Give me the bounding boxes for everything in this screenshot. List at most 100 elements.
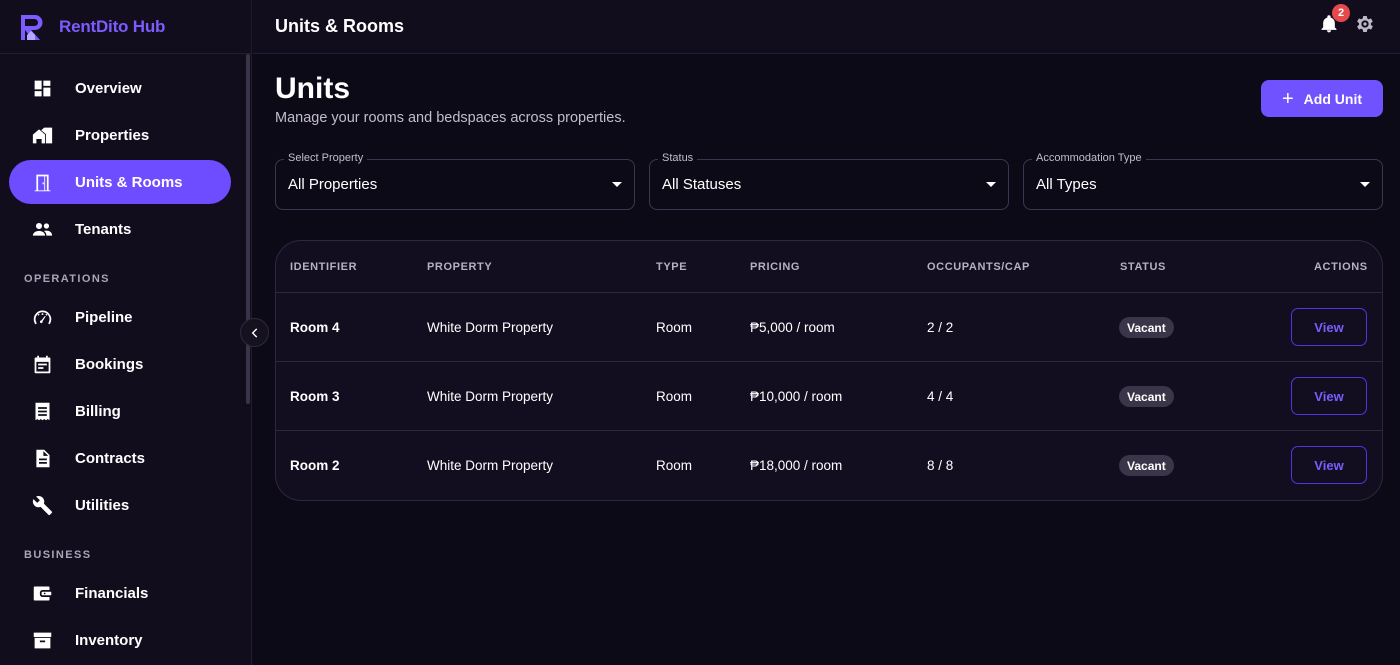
cell-type: Room — [656, 389, 693, 404]
main-content: Units Manage your rooms and bedspaces ac… — [253, 54, 1400, 665]
wrench-icon — [31, 494, 53, 516]
caret-down-icon — [986, 182, 996, 187]
view-button[interactable]: View — [1291, 377, 1367, 415]
column-header-status[interactable]: STATUS — [1120, 261, 1166, 273]
cell-pricing: ₱18,000 / room — [750, 458, 843, 473]
inventory-icon — [31, 629, 53, 651]
property-select-value: All Properties — [288, 176, 378, 193]
sidebar-item-tenants[interactable]: Tenants — [9, 207, 231, 251]
accommodation-type-select-label: Accommodation Type — [1032, 152, 1146, 164]
cell-occupancy: 4 / 4 — [927, 389, 954, 404]
sidebar-item-overview[interactable]: Overview — [9, 66, 231, 110]
collapse-sidebar-button[interactable] — [240, 318, 269, 347]
add-unit-button[interactable]: + Add Unit — [1261, 80, 1383, 117]
page-subtitle: Manage your rooms and bedspaces across p… — [275, 110, 626, 126]
column-header-type[interactable]: TYPE — [656, 261, 687, 273]
cell-property: White Dorm Property — [427, 320, 554, 335]
accommodation-type-select-value: All Types — [1036, 176, 1097, 193]
sidebar-item-properties[interactable]: Properties — [9, 113, 231, 157]
table-row[interactable]: Room 3 White Dorm Property Room ₱10,000 … — [276, 362, 1382, 431]
status-select[interactable]: Status All Statuses — [649, 152, 1009, 210]
status-badge: Vacant — [1119, 317, 1174, 338]
notification-count-badge: 2 — [1332, 4, 1350, 22]
properties-icon — [31, 124, 53, 146]
sidebar-item-label: Financials — [75, 584, 149, 602]
sidebar-item-label: Bookings — [75, 355, 144, 373]
sidebar-item-financials[interactable]: Financials — [9, 571, 231, 615]
property-select[interactable]: Select Property All Properties — [275, 152, 635, 210]
sidebar-item-contracts[interactable]: Contracts — [9, 436, 231, 480]
sidebar-item-label: Properties — [75, 126, 150, 144]
cell-property: White Dorm Property — [427, 389, 554, 404]
chevron-left-icon — [251, 327, 257, 338]
table-row[interactable]: Room 2 White Dorm Property Room ₱18,000 … — [276, 431, 1382, 500]
column-header-property[interactable]: PROPERTY — [427, 261, 492, 273]
section-title-business: BUSINESS — [24, 549, 92, 561]
sidebar-item-label: Utilities — [75, 496, 130, 514]
cell-occupancy: 2 / 2 — [927, 320, 954, 335]
sidebar-item-bookings[interactable]: Bookings — [9, 342, 231, 386]
sidebar-scrollbar[interactable] — [246, 54, 250, 404]
cell-type: Room — [656, 458, 693, 473]
receipt-icon — [31, 400, 53, 422]
cell-identifier: Room 2 — [290, 458, 340, 473]
notifications-button[interactable]: 2 — [1319, 4, 1350, 36]
gauge-icon — [31, 306, 53, 328]
sidebar: RentDito Hub Overview Properties Units &… — [0, 0, 252, 665]
rentdito-logo-icon — [21, 14, 43, 40]
door-icon — [31, 171, 53, 193]
sidebar-item-label: Inventory — [75, 631, 143, 649]
units-table: IDENTIFIER PROPERTY TYPE PRICING OCCUPAN… — [275, 240, 1383, 501]
property-select-label: Select Property — [284, 152, 368, 164]
gear-icon — [1357, 16, 1373, 32]
wallet-icon — [31, 582, 53, 604]
table-header-row: IDENTIFIER PROPERTY TYPE PRICING OCCUPAN… — [276, 241, 1382, 293]
column-header-pricing[interactable]: PRICING — [750, 261, 800, 273]
cell-occupancy: 8 / 8 — [927, 458, 954, 473]
document-icon — [31, 447, 53, 469]
status-select-label: Status — [658, 152, 698, 164]
caret-down-icon — [612, 182, 622, 187]
sidebar-item-pipeline[interactable]: Pipeline — [9, 295, 231, 339]
sidebar-item-label: Pipeline — [75, 308, 133, 326]
cell-identifier: Room 4 — [290, 320, 340, 335]
sidebar-item-units-rooms[interactable]: Units & Rooms — [9, 160, 231, 204]
view-button[interactable]: View — [1291, 308, 1367, 346]
column-header-occupants[interactable]: OCCUPANTS/CAP — [927, 261, 1030, 273]
status-select-value: All Statuses — [662, 176, 742, 193]
cell-pricing: ₱5,000 / room — [750, 320, 835, 335]
sidebar-item-label: Billing — [75, 402, 121, 420]
sidebar-item-label: Tenants — [75, 220, 132, 238]
plus-icon: + — [1281, 87, 1294, 110]
section-title-operations: OPERATIONS — [24, 273, 110, 285]
accommodation-type-select[interactable]: Accommodation Type All Types — [1023, 152, 1383, 210]
sidebar-item-utilities[interactable]: Utilities — [9, 483, 231, 527]
calendar-icon — [31, 353, 53, 375]
sidebar-item-label: Units & Rooms — [75, 173, 183, 191]
settings-button[interactable] — [1354, 13, 1376, 35]
status-badge: Vacant — [1119, 386, 1174, 407]
sidebar-item-label: Overview — [75, 79, 142, 97]
view-button[interactable]: View — [1291, 446, 1367, 484]
table-row[interactable]: Room 4 White Dorm Property Room ₱5,000 /… — [276, 293, 1382, 362]
app-name: RentDito Hub — [59, 16, 166, 36]
dashboard-icon — [31, 77, 53, 99]
column-header-identifier[interactable]: IDENTIFIER — [290, 261, 357, 273]
people-icon — [31, 218, 53, 240]
cell-type: Room — [656, 320, 693, 335]
sidebar-item-label: Contracts — [75, 449, 146, 467]
add-unit-label: Add Unit — [1303, 90, 1362, 107]
sidebar-item-inventory[interactable]: Inventory — [9, 618, 231, 662]
column-header-actions: ACTIONS — [1314, 261, 1368, 273]
page-title: Units — [275, 72, 350, 105]
sidebar-nav: Overview Properties Units & Rooms Tenant… — [0, 54, 251, 662]
topbar-title: Units & Rooms — [275, 16, 405, 36]
status-badge: Vacant — [1119, 455, 1174, 476]
top-bar: Units & Rooms 2 — [253, 0, 1400, 54]
sidebar-item-billing[interactable]: Billing — [9, 389, 231, 433]
brand[interactable]: RentDito Hub — [0, 0, 251, 54]
caret-down-icon — [1360, 182, 1370, 187]
cell-identifier: Room 3 — [290, 389, 340, 404]
cell-pricing: ₱10,000 / room — [750, 389, 843, 404]
cell-property: White Dorm Property — [427, 458, 554, 473]
